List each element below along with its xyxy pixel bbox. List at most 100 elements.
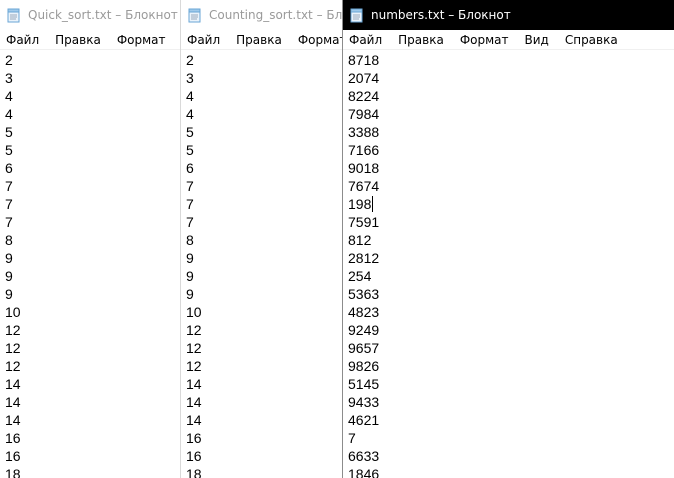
text-line: 14 [5,376,21,392]
text-line: 1846 [348,466,380,478]
text-line: 7 [348,430,356,446]
menu-bar: Файл Правка Формат Вид Справка [343,30,674,50]
menu-bar: Файл Правка Формат Вид [0,30,182,50]
text-line: 9249 [348,322,380,338]
text-line: 8224 [348,88,380,104]
text-line: 254 [348,268,372,284]
text-line: 9 [5,268,13,284]
text-line: 8 [5,232,13,248]
window-title: Counting_sort.txt – Блокнот [209,8,344,22]
text-line: 6 [5,160,13,176]
menu-file[interactable]: Файл [181,33,228,47]
text-line: 6633 [348,448,380,464]
text-line: 7674 [348,178,380,194]
text-line: 18 [5,466,21,478]
text-line: 12 [5,340,21,356]
text-line: 5 [5,124,13,140]
text-line: 12 [186,358,202,374]
menu-edit[interactable]: Правка [47,33,109,47]
text-line: 2 [5,52,13,68]
title-bar[interactable]: numbers.txt – Блокнот [343,0,674,30]
menu-bar: Файл Правка Формат [181,30,344,50]
text-line: 14 [5,412,21,428]
menu-file[interactable]: Файл [0,33,47,47]
text-line: 18 [186,466,202,478]
text-line: 2812 [348,250,380,266]
text-line: 16 [186,430,202,446]
text-line: 4 [186,106,194,122]
text-line: 16 [5,448,21,464]
text-line: 5 [186,124,194,140]
text-line: 7 [5,214,13,230]
text-line: 3 [5,70,13,86]
title-bar[interactable]: Quick_sort.txt – Блокнот [0,0,182,30]
text-line: 8 [186,232,194,248]
text-line: 198 [348,196,374,212]
text-line: 2 [186,52,194,68]
menu-edit[interactable]: Правка [228,33,290,47]
text-line: 7984 [348,106,380,122]
text-line: 9826 [348,358,380,374]
text-line: 16 [186,448,202,464]
text-line: 7 [186,178,194,194]
text-line: 4 [186,88,194,104]
text-line: 9 [186,286,194,302]
text-line: 9 [5,250,13,266]
window-title: Quick_sort.txt – Блокнот [28,8,178,22]
text-line: 7 [186,196,194,212]
notepad-window-numbers[interactable]: numbers.txt – Блокнот Файл Правка Формат… [342,0,674,478]
menu-file[interactable]: Файл [343,33,390,47]
notepad-icon [7,8,21,23]
text-line: 3388 [348,124,380,140]
text-line: 10 [5,304,21,320]
menu-view[interactable]: Вид [517,33,557,47]
text-line: 9 [186,250,194,266]
menu-format[interactable]: Формат [290,33,344,47]
text-line: 5145 [348,376,380,392]
text-line: 9433 [348,394,380,410]
text-line: 9018 [348,160,380,176]
text-line: 5 [186,142,194,158]
text-line: 12 [5,358,21,374]
text-line: 7166 [348,142,380,158]
text-line: 9 [5,286,13,302]
menu-format[interactable]: Формат [452,33,517,47]
text-line: 5 [5,142,13,158]
text-line: 812 [348,232,372,248]
text-caret [372,196,374,212]
text-line: 14 [186,394,202,410]
text-line: 5363 [348,286,380,302]
text-line: 2074 [348,70,380,86]
text-line: 3 [186,70,194,86]
text-line: 4823 [348,304,380,320]
text-line: 16 [5,430,21,446]
text-line: 12 [186,340,202,356]
menu-help[interactable]: Справка [557,33,626,47]
text-line: 7 [5,196,13,212]
text-line: 9657 [348,340,380,356]
notepad-window-counting-sort[interactable]: Counting_sort.txt – Блокнот Файл Правка … [180,0,344,478]
text-line: 7591 [348,214,380,230]
notepad-window-quick-sort[interactable]: Quick_sort.txt – Блокнот Файл Правка Фор… [0,0,182,478]
text-line: 4 [5,88,13,104]
text-line: 6 [186,160,194,176]
text-line: 4621 [348,412,380,428]
menu-edit[interactable]: Правка [390,33,452,47]
title-bar[interactable]: Counting_sort.txt – Блокнот [181,0,344,30]
text-line: 8718 [348,52,380,68]
text-editor[interactable]: 2 3 4 4 5 5 6 7 7 7 8 9 9 9 10 12 12 12 14 14 14 16 16 18 [0,50,182,478]
text-line: 12 [186,322,202,338]
text-editor[interactable]: 8718 2074 8224 7984 3388 7166 9018 7674 198 7591 8… [343,50,674,478]
text-line: 9 [186,268,194,284]
text-editor[interactable]: 2 3 4 4 5 5 6 7 7 7 8 9 9 9 10 12 12 12 14 14 14 16 16 18 [181,50,344,478]
notepad-icon [350,8,364,23]
text-line: 14 [186,412,202,428]
text-line: 7 [186,214,194,230]
text-line: 7 [5,178,13,194]
notepad-icon [188,8,202,23]
menu-format[interactable]: Формат [109,33,174,47]
text-line: 14 [5,394,21,410]
text-line: 10 [186,304,202,320]
text-line: 12 [5,322,21,338]
text-line: 4 [5,106,13,122]
